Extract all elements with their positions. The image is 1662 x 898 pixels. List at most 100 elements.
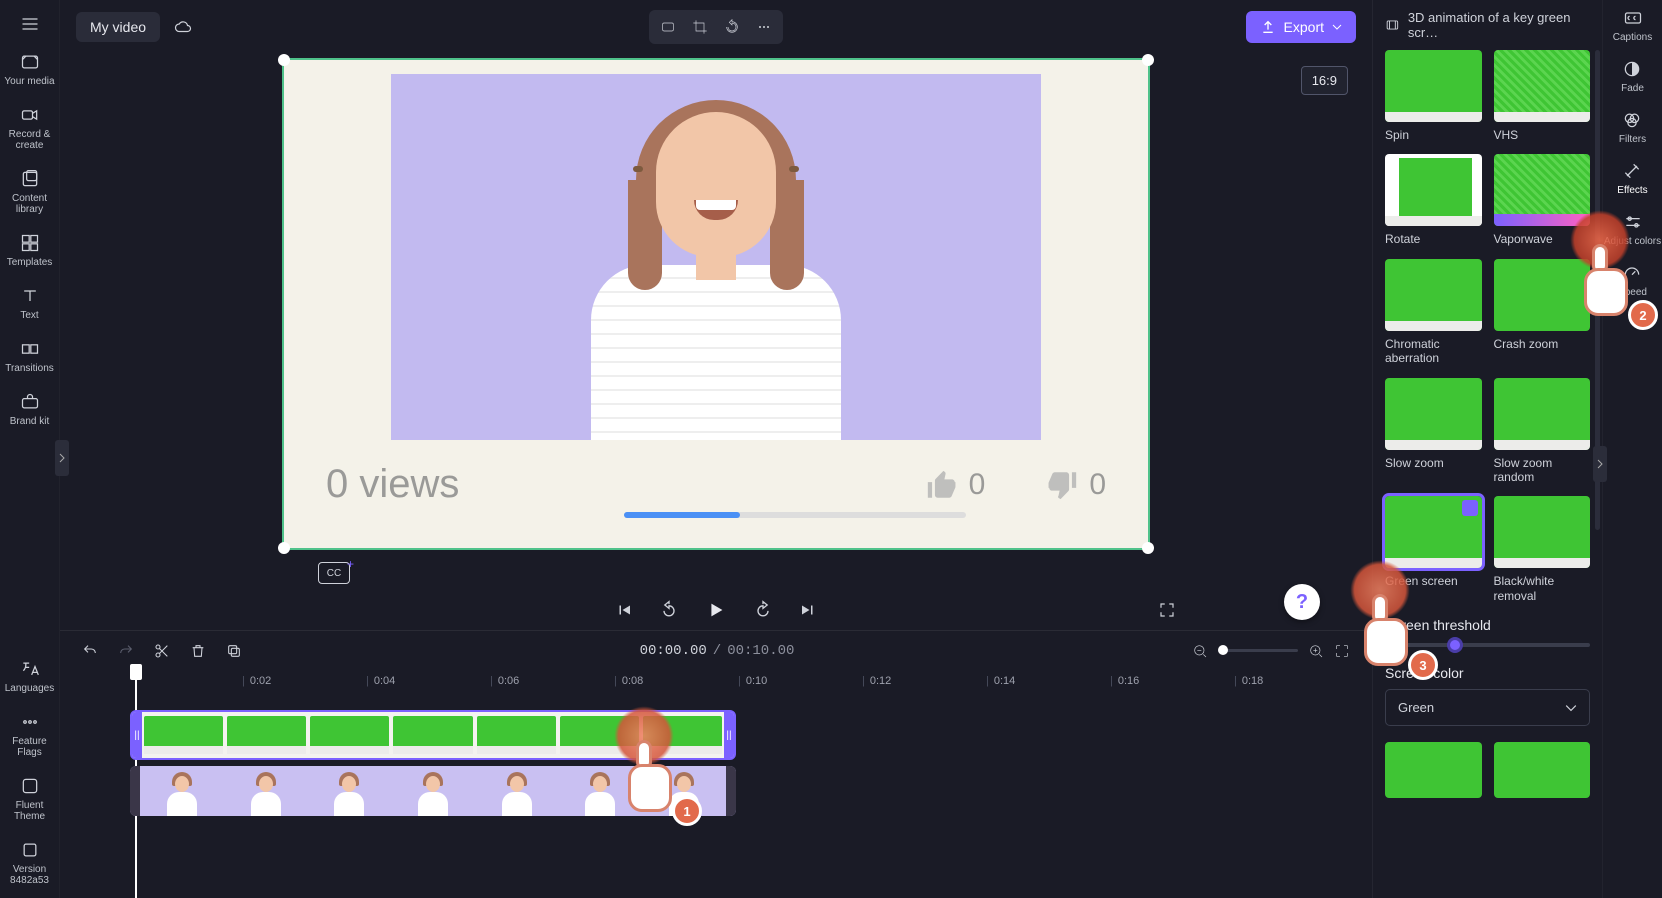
resize-handle-tr[interactable] — [1142, 54, 1154, 66]
fade-icon — [1622, 59, 1642, 79]
sidebar-item-languages[interactable]: Languages — [0, 657, 59, 696]
rail-captions[interactable]: Captions — [1613, 8, 1652, 43]
sidebar-label: Record & create — [0, 129, 59, 151]
preview-area: 16:9 0 views — [60, 54, 1372, 592]
sidebar-item-your-media[interactable]: Your media — [0, 50, 59, 89]
effect-more-2[interactable] — [1494, 742, 1591, 798]
effect-slow-zoom-random[interactable]: Slow zoom random — [1494, 378, 1591, 485]
preview-canvas[interactable]: 0 views 0 0 — [284, 60, 1148, 548]
effect-chromatic[interactable]: Chromatic aberration — [1385, 259, 1482, 366]
right-panel-collapse[interactable] — [1593, 446, 1607, 482]
ruler-tick: 0:14 — [986, 675, 1015, 687]
sidebar-item-record[interactable]: Record & create — [0, 103, 59, 153]
fullscreen-icon[interactable] — [1158, 601, 1176, 619]
skip-start-icon[interactable] — [615, 601, 633, 619]
ruler-tick: 0:18 — [1234, 675, 1263, 687]
library-icon — [20, 169, 40, 189]
clip-green-screen[interactable]: || || — [130, 710, 736, 760]
time-total: 00:10.00 — [727, 643, 794, 659]
effect-rotate[interactable]: Rotate — [1385, 154, 1482, 246]
duplicate-icon[interactable] — [226, 643, 242, 659]
resize-handle-tl[interactable] — [278, 54, 290, 66]
sidebar-label: Text — [20, 310, 38, 321]
effect-bw-removal[interactable]: Black/white removal — [1494, 496, 1591, 603]
timeline-ruler[interactable]: 0:02 0:04 0:06 0:08 0:10 0:12 0:14 0:16 … — [130, 670, 1372, 700]
help-button[interactable]: ? — [1284, 584, 1320, 620]
clip-grip-left[interactable]: || — [132, 712, 142, 758]
fit-tool[interactable] — [653, 14, 683, 40]
crop-tool[interactable] — [685, 14, 715, 40]
right-rail: Captions Fade Filters Effects Adjust col… — [1602, 0, 1662, 898]
clip-grip-left[interactable] — [130, 766, 140, 816]
sidebar-item-content-library[interactable]: Content library — [0, 167, 59, 217]
resize-handle-br[interactable] — [1142, 542, 1154, 554]
rail-speed[interactable]: Speed — [1618, 263, 1647, 298]
timeline-toolbar: 00:00.00 / 00:10.00 — [60, 630, 1372, 670]
resize-handle-bl[interactable] — [278, 542, 290, 554]
split-icon[interactable] — [154, 643, 170, 659]
rotate-tool[interactable] — [717, 14, 747, 40]
screen-color-select[interactable]: Green — [1385, 689, 1590, 726]
effect-more-1[interactable] — [1385, 742, 1482, 798]
sidebar-item-brand-kit[interactable]: Brand kit — [0, 390, 59, 429]
camera-icon — [20, 105, 40, 125]
sidebar-item-text[interactable]: Text — [0, 284, 59, 323]
more-tool[interactable] — [749, 14, 779, 40]
redo-icon[interactable] — [118, 643, 134, 659]
sidebar-item-version[interactable]: Version 8482a53 — [0, 838, 59, 888]
cloud-sync-icon[interactable] — [174, 18, 192, 36]
transitions-icon — [20, 339, 40, 359]
ruler-tick: 0:02 — [242, 675, 271, 687]
skip-end-icon[interactable] — [799, 601, 817, 619]
aspect-ratio-chip[interactable]: 16:9 — [1301, 66, 1348, 95]
more-icon — [756, 19, 772, 35]
clip-video[interactable] — [130, 766, 736, 816]
trash-icon[interactable] — [190, 643, 206, 659]
ruler-tick: 0:04 — [366, 675, 395, 687]
rail-adjust-colors[interactable]: Adjust colors — [1604, 212, 1661, 247]
zoom-fit-icon[interactable] — [1334, 643, 1350, 659]
undo-icon[interactable] — [82, 643, 98, 659]
version-icon — [20, 840, 40, 860]
hamburger-button[interactable] — [0, 12, 59, 36]
upload-icon — [1260, 19, 1276, 35]
rail-filters[interactable]: Filters — [1619, 110, 1646, 145]
effect-crash-zoom[interactable]: Crash zoom — [1494, 259, 1591, 366]
export-button[interactable]: Export — [1246, 11, 1356, 43]
sidebar-item-transitions[interactable]: Transitions — [0, 337, 59, 376]
sidebar-label: Content library — [0, 193, 59, 215]
panel-title-row: 3D animation of a key green scr… — [1385, 10, 1590, 40]
sidebar-item-templates[interactable]: Templates — [0, 231, 59, 270]
ruler-tick: 0:06 — [490, 675, 519, 687]
effect-vhs[interactable]: VHS — [1494, 50, 1591, 142]
play-icon[interactable] — [705, 599, 727, 621]
effect-spin[interactable]: Spin — [1385, 50, 1482, 142]
sidebar-item-feature-flags[interactable]: Feature Flags — [0, 710, 59, 760]
rail-effects[interactable]: Effects — [1617, 161, 1647, 196]
sidebar-label: Fluent Theme — [0, 800, 59, 822]
sidebar-label: Feature Flags — [0, 736, 59, 758]
like-count: 0 — [969, 468, 986, 502]
preview-video-frame — [391, 74, 1041, 440]
effect-green-screen[interactable]: Green screen — [1385, 496, 1482, 603]
zoom-controls — [1192, 643, 1350, 659]
zoom-out-icon[interactable] — [1192, 643, 1208, 659]
effects-grid-more — [1385, 742, 1590, 798]
sidebar-label: Templates — [7, 257, 53, 268]
project-title-chip[interactable]: My video — [76, 12, 160, 42]
dislike-count: 0 — [1089, 468, 1106, 502]
clip-grip-right[interactable]: || — [724, 712, 734, 758]
sidebar-item-fluent-theme[interactable]: Fluent Theme — [0, 774, 59, 824]
canvas-tools — [649, 10, 783, 44]
effect-slow-zoom[interactable]: Slow zoom — [1385, 378, 1482, 485]
zoom-in-icon[interactable] — [1308, 643, 1324, 659]
rewind-icon[interactable] — [659, 600, 679, 620]
threshold-slider[interactable] — [1385, 643, 1590, 647]
forward-icon[interactable] — [753, 600, 773, 620]
clip-grip-right[interactable] — [726, 766, 736, 816]
rail-fade[interactable]: Fade — [1621, 59, 1644, 94]
effect-vaporwave[interactable]: Vaporwave — [1494, 154, 1591, 246]
panel-title: 3D animation of a key green scr… — [1408, 10, 1590, 40]
zoom-slider[interactable] — [1218, 649, 1298, 652]
captions-toggle[interactable]: CC — [318, 562, 350, 584]
